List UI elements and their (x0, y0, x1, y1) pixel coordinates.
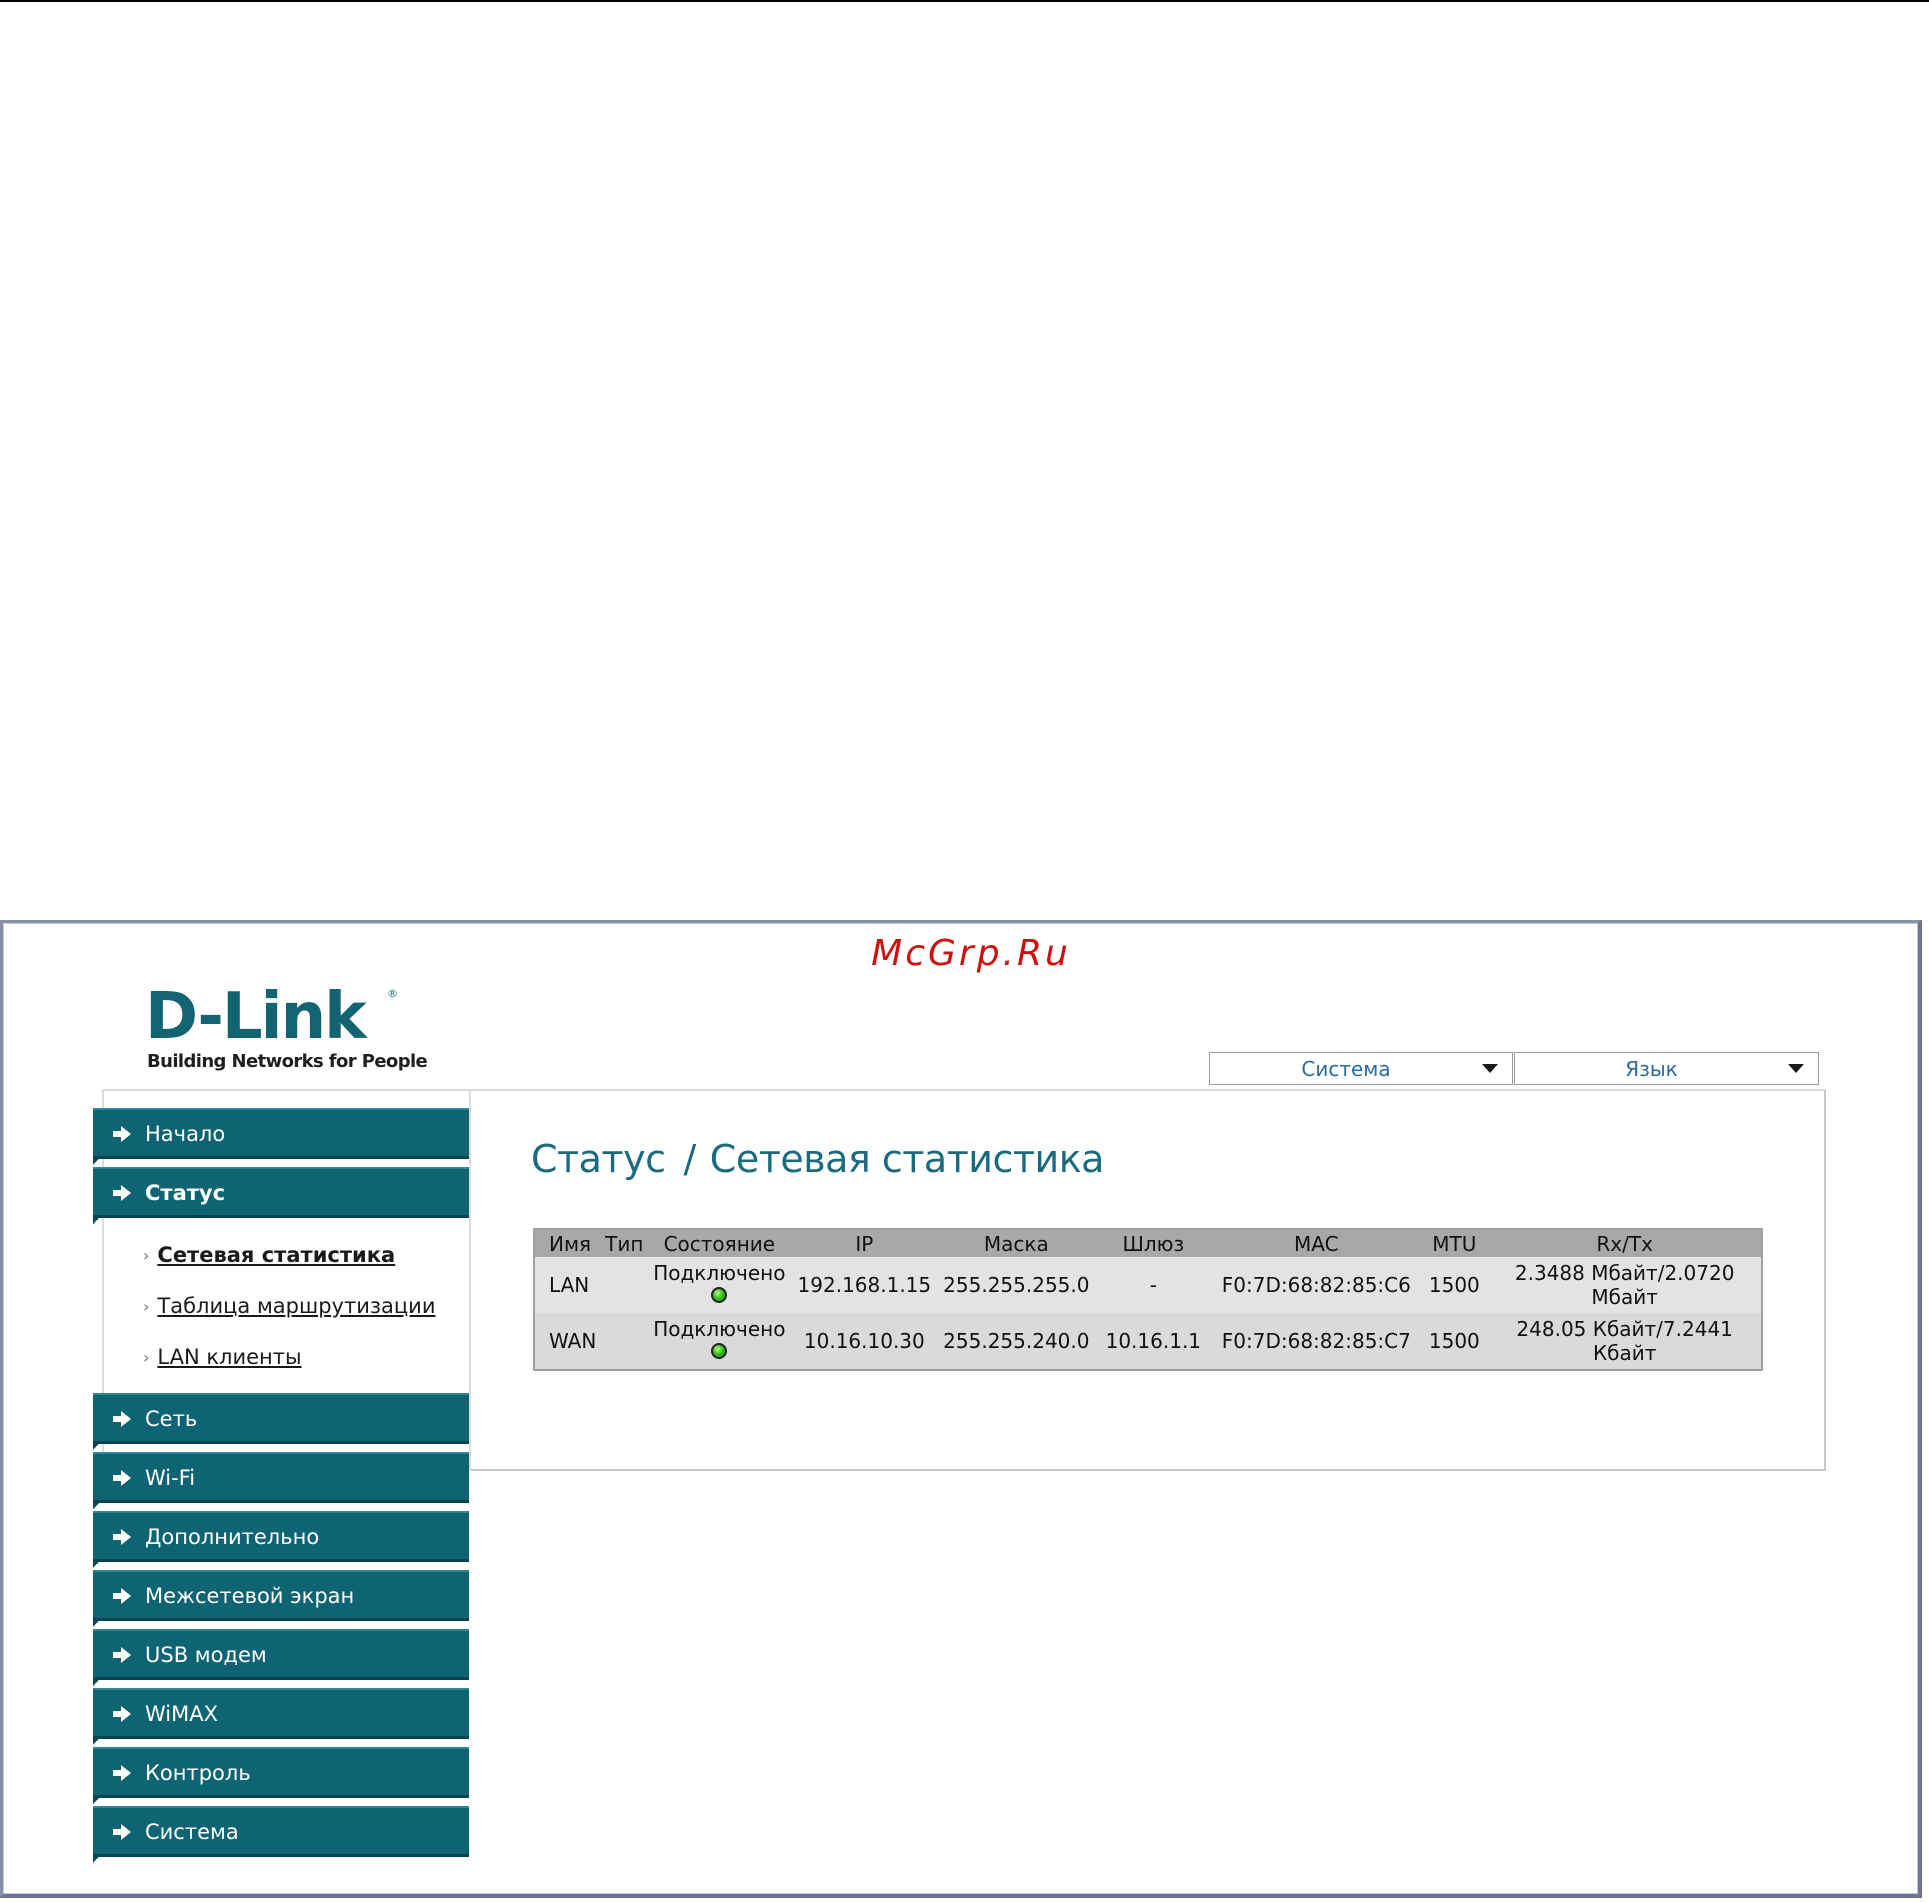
sidebar-item-usb-modem[interactable]: USB модем (93, 1629, 469, 1686)
cell-status: Подключено (648, 1257, 791, 1313)
logo-tagline: Building Networks for People (147, 1051, 428, 1072)
sidebar-item-label: Контроль (145, 1760, 251, 1785)
table-row: WAN Подключено 10.16.10.30 255.255.240.0… (534, 1313, 1762, 1370)
sidebar-item-label: WiMAX (145, 1701, 219, 1726)
sidebar-item-label: Wi-Fi (145, 1465, 196, 1490)
col-header-rxtx: Rx/Tx (1488, 1229, 1762, 1257)
sidebar-item-control[interactable]: Контроль (93, 1747, 469, 1804)
cell-mask: 255.255.255.0 (938, 1257, 1095, 1313)
logo-registered-mark: ® (387, 987, 398, 1000)
system-menu-dropdown[interactable]: Система (1209, 1052, 1513, 1085)
language-menu-label: Язык (1625, 1056, 1678, 1081)
cell-mask: 255.255.240.0 (938, 1313, 1095, 1370)
col-header-ip: IP (790, 1229, 939, 1257)
cell-gateway: 10.16.1.1 (1094, 1313, 1213, 1370)
bullet-icon: › (143, 1245, 150, 1265)
col-header-status: Состояние (648, 1229, 791, 1257)
rxtx-line2: Мбайт (1591, 1285, 1658, 1309)
subitem-routing-table[interactable]: › Таблица маршрутизации (143, 1294, 435, 1318)
table-header-row: Имя Тип Состояние IP Маска Шлюз MAC MTU … (534, 1229, 1762, 1257)
status-connected-icon (711, 1343, 728, 1359)
subitem-label: LAN клиенты (157, 1345, 302, 1369)
sidebar-item-status[interactable]: Статус (93, 1167, 469, 1224)
cell-gateway: - (1094, 1257, 1213, 1313)
browser-frame: McGrp.Ru D-Link ® Building Networks for … (0, 920, 1922, 1898)
arrow-right-icon (113, 1764, 133, 1781)
chevron-down-icon (1788, 1064, 1804, 1073)
cell-mac: F0:7D:68:82:85:C7 (1212, 1313, 1421, 1370)
cell-ip: 192.168.1.15 (790, 1257, 939, 1313)
subitem-label: Сетевая статистика (157, 1243, 396, 1267)
arrow-right-icon (113, 1823, 133, 1840)
col-header-name: Имя (534, 1229, 601, 1257)
language-menu-dropdown[interactable]: Язык (1514, 1052, 1819, 1085)
arrow-right-icon (113, 1705, 133, 1722)
cell-rxtx: 2.3488 Мбайт/2.0720 Мбайт (1488, 1257, 1762, 1313)
cell-type (600, 1257, 649, 1313)
sidebar-divider (469, 1089, 471, 1471)
dlink-logo: D-Link ® Building Networks for People (145, 980, 428, 1072)
cell-name: LAN (534, 1257, 601, 1313)
arrow-right-icon (113, 1587, 133, 1604)
arrow-right-icon (113, 1646, 133, 1663)
arrow-right-icon (113, 1528, 133, 1545)
rxtx-line2: Кбайт (1592, 1341, 1657, 1365)
network-stats-table: Имя Тип Состояние IP Маска Шлюз MAC MTU … (533, 1228, 1763, 1371)
sidebar-item-label: Дополнительно (145, 1524, 320, 1549)
sidebar-item-wimax[interactable]: WiMAX (93, 1688, 469, 1745)
status-text: Подключено (653, 1317, 786, 1341)
col-header-mask: Маска (938, 1229, 1095, 1257)
watermark-text: McGrp.Ru (871, 933, 1071, 974)
page-title-section: Статус (531, 1137, 666, 1181)
cell-ip: 10.16.10.30 (790, 1313, 939, 1370)
cell-type (600, 1313, 649, 1370)
sidebar-item-label: Межсетевой экран (145, 1583, 355, 1608)
logo-brand: D-Link (145, 980, 367, 1054)
sidebar-item-firewall[interactable]: Межсетевой экран (93, 1570, 469, 1627)
status-connected-icon (711, 1287, 728, 1303)
page-title: Статус / Сетевая статистика (531, 1137, 1104, 1181)
page-title-separator: / (683, 1137, 696, 1181)
arrow-right-icon (113, 1125, 133, 1142)
cell-status: Подключено (648, 1313, 791, 1370)
sidebar-item-label: Начало (145, 1121, 226, 1146)
sidebar-item-network[interactable]: Сеть (93, 1393, 469, 1450)
arrow-right-icon (113, 1469, 133, 1486)
sidebar-item-system[interactable]: Система (93, 1806, 469, 1863)
col-header-gateway: Шлюз (1094, 1229, 1213, 1257)
col-header-mtu: MTU (1420, 1229, 1489, 1257)
sidebar-item-label: USB модем (145, 1642, 267, 1667)
cell-mtu: 1500 (1420, 1257, 1489, 1313)
cell-mac: F0:7D:68:82:85:C6 (1212, 1257, 1421, 1313)
subitem-lan-clients[interactable]: › LAN клиенты (143, 1345, 302, 1369)
sidebar-item-label: Система (145, 1819, 239, 1844)
sidebar-item-wifi[interactable]: Wi-Fi (93, 1452, 469, 1509)
top-rule (0, 0, 1929, 2)
cell-mtu: 1500 (1420, 1313, 1489, 1370)
bullet-icon: › (143, 1347, 150, 1367)
table-row: LAN Подключено 192.168.1.15 255.255.255.… (534, 1257, 1762, 1313)
sidebar-item-label: Статус (145, 1180, 226, 1205)
system-menu-label: Система (1301, 1056, 1391, 1081)
subitem-network-statistics[interactable]: › Сетевая статистика (143, 1243, 395, 1267)
sidebar-item-advanced[interactable]: Дополнительно (93, 1511, 469, 1568)
rxtx-line1: 2.3488 Мбайт/2.0720 (1514, 1261, 1735, 1285)
rxtx-line1: 248.05 Кбайт/7.2441 (1516, 1317, 1733, 1341)
status-text: Подключено (653, 1261, 786, 1285)
col-header-mac: MAC (1212, 1229, 1421, 1257)
sidebar-item-home[interactable]: Начало (93, 1108, 469, 1165)
cell-rxtx: 248.05 Кбайт/7.2441 Кбайт (1488, 1313, 1762, 1370)
page-title-name: Сетевая статистика (709, 1137, 1105, 1181)
subitem-label: Таблица маршрутизации (157, 1294, 436, 1318)
col-header-type: Тип (600, 1229, 649, 1257)
sidebar-item-label: Сеть (145, 1406, 198, 1431)
arrow-right-icon (113, 1184, 133, 1201)
cell-name: WAN (534, 1313, 601, 1370)
bullet-icon: › (143, 1296, 150, 1316)
arrow-right-icon (113, 1410, 133, 1427)
chevron-down-icon (1482, 1064, 1498, 1073)
